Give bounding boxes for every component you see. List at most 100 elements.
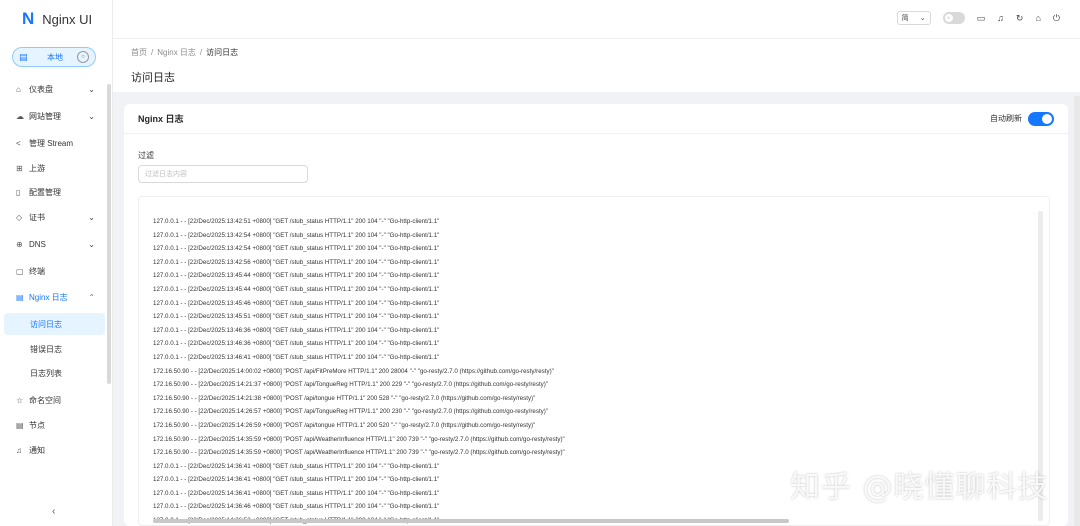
log-icon: ▤ [16,292,24,302]
language-value: 简 [901,15,909,22]
sidebar-item-label: 日志列表 [30,368,62,378]
filter-input[interactable] [138,165,308,183]
breadcrumb: 首页 / Nginx 日志 / 访问日志 [131,48,239,57]
sidebar-item-namespace[interactable]: ☆ 命名空间 [4,389,105,411]
sidebar-item-label: 命名空间 [29,395,61,405]
sidebar-item-notifications[interactable]: ♫ 通知 [4,439,105,461]
sidebar-item-upstream[interactable]: ⊞ 上游 [4,157,105,179]
auto-refresh-switch[interactable] [1028,111,1054,126]
log-line: 172.16.50.90 - - [22/Dec/2025:14:35:59 +… [153,435,565,443]
sidebar-item-label: 访问日志 [30,319,62,329]
log-line: 172.16.50.90 - - [22/Dec/2025:14:00:02 +… [153,367,554,375]
upstream-icon: ⊞ [16,163,23,173]
page-header: 首页 / Nginx 日志 / 访问日志 访问日志 [113,38,1080,92]
sidebar-item-label: 证书 [29,212,45,222]
page-title: 访问日志 [131,72,175,84]
logout-icon[interactable]: ⏻ [1053,13,1060,24]
log-line: 127.0.0.1 - - [22/Dec/2025:13:46:36 +080… [153,340,440,348]
sidebar-item-dns[interactable]: ⊕ DNS ⌄ [4,233,105,255]
sidebar-item-nginx-logs[interactable]: ▤ Nginx 日志 ⌃ [4,286,105,308]
log-lines: 127.0.0.1 - - [22/Dec/2025:13:42:51 +080… [153,215,565,525]
switch-knob [1042,113,1052,124]
file-icon: ▯ [16,187,21,197]
log-line: 127.0.0.1 - - [22/Dec/2025:13:45:51 +080… [153,313,440,321]
log-line: 127.0.0.1 - - [22/Dec/2025:14:36:46 +080… [153,503,440,511]
card-header: Nginx 日志 自动刷新 [124,104,1068,134]
sidebar-item-sites[interactable]: ☁ 网站管理 ⌄ [4,105,105,127]
log-line: 127.0.0.1 - - [22/Dec/2025:14:36:41 +080… [153,476,440,484]
language-select[interactable]: 简 ⌄ [896,11,931,25]
reload-icon[interactable]: ↻ [1016,13,1024,24]
home-icon: ⌂ [16,84,21,94]
breadcrumb-nginx-logs[interactable]: Nginx 日志 [157,48,196,57]
breadcrumb-current: 访问日志 [206,48,239,57]
log-line: 127.0.0.1 - - [22/Dec/2025:13:45:44 +080… [153,285,440,293]
top-header: 简 ⌄ ☼ ▭ ♫ ↻ ⌂ ⏻ [113,0,1080,38]
auto-refresh-label: 自动刷新 [990,114,1022,123]
chevron-down-icon: ⌄ [88,239,95,249]
node-selector[interactable]: ▤ 本地 ○ [12,47,96,67]
sidebar-item-access-log[interactable]: 访问日志 [4,313,105,335]
sidebar-scrollbar[interactable] [107,84,111,384]
sidebar-item-terminal[interactable]: ▢ 终端 [4,260,105,282]
sidebar: N Nginx UI ▤ 本地 ○ ⌂ 仪表盘 ⌄ ☁ 网站管理 ⌄ < 管理 … [0,0,113,526]
log-line: 127.0.0.1 - - [22/Dec/2025:13:45:46 +080… [153,299,440,307]
bell-icon: ♫ [16,445,22,455]
sidebar-item-dashboard[interactable]: ⌂ 仪表盘 ⌄ [4,78,105,100]
app-title: Nginx UI [42,11,93,27]
header-toolbar: 简 ⌄ ☼ ▭ ♫ ↻ ⌂ ⏻ [896,11,1060,25]
card-title: Nginx 日志 [138,114,184,124]
log-line: 172.16.50.90 - - [22/Dec/2025:14:26:59 +… [153,421,536,429]
log-line: 127.0.0.1 - - [22/Dec/2025:13:46:36 +080… [153,326,440,334]
log-line: 127.0.0.1 - - [22/Dec/2025:13:46:41 +080… [153,353,440,361]
filter-label: 过滤 [138,151,154,160]
sidebar-item-log-list[interactable]: 日志列表 [4,362,105,384]
sidebar-item-config[interactable]: ▯ 配置管理 [4,181,105,203]
server-icon: ▤ [16,420,24,430]
collapse-sidebar-icon[interactable]: ‹ [52,506,55,517]
logo-icon: N [22,9,35,28]
app-logo[interactable]: N Nginx UI [0,0,112,38]
log-line: 127.0.0.1 - - [22/Dec/2025:13:45:44 +080… [153,272,440,280]
cloud-icon: ☁ [16,111,24,121]
breadcrumb-home[interactable]: 首页 [131,48,147,57]
sidebar-item-label: Nginx 日志 [29,292,68,302]
sidebar-item-error-log[interactable]: 错误日志 [4,338,105,360]
share-icon: < [16,138,21,148]
sidebar-item-label: 错误日志 [30,344,62,354]
log-line: 172.16.50.90 - - [22/Dec/2025:14:35:59 +… [153,449,565,457]
sidebar-item-label: 管理 Stream [29,138,74,148]
chevron-down-icon: ⌄ [88,84,95,94]
star-icon: ☆ [16,395,24,405]
theme-toggle[interactable]: ☼ [942,12,965,24]
monitor-icon[interactable]: ▭ [977,13,986,24]
page-scrollbar[interactable] [1074,96,1080,526]
log-line: 172.16.50.90 - - [22/Dec/2025:14:21:38 +… [153,394,536,402]
sidebar-item-label: 上游 [29,163,45,173]
log-line: 172.16.50.90 - - [22/Dec/2025:14:26:57 +… [153,408,549,416]
sidebar-item-stream[interactable]: < 管理 Stream [4,132,105,154]
sidebar-item-nodes[interactable]: ▤ 节点 [4,414,105,436]
chevron-down-icon: ⌄ [88,111,95,121]
bell-icon[interactable]: ♫ [997,13,1004,23]
log-line: 127.0.0.1 - - [22/Dec/2025:13:42:54 +080… [153,231,440,239]
sidebar-item-label: 配置管理 [29,187,61,197]
shield-icon: ◇ [16,212,23,222]
chevron-down-icon: ⌄ [88,212,95,222]
chevron-up-icon: ⌃ [88,292,95,302]
sidebar-item-label: DNS [29,239,46,249]
home-icon[interactable]: ⌂ [1035,13,1040,23]
sidebar-item-label: 节点 [29,420,45,430]
log-line: 127.0.0.1 - - [22/Dec/2025:14:36:41 +080… [153,489,440,497]
log-horizontal-scrollbar[interactable] [153,519,789,523]
node-status-icon: ○ [77,51,89,63]
log-line: 127.0.0.1 - - [22/Dec/2025:13:42:56 +080… [153,258,440,266]
log-line: 127.0.0.1 - - [22/Dec/2025:13:42:54 +080… [153,245,440,253]
sidebar-item-label: 网站管理 [29,111,61,121]
globe-icon: ⊕ [16,239,23,249]
terminal-icon: ▢ [16,266,24,276]
node-label: 本地 [47,52,63,62]
sidebar-item-certs[interactable]: ◇ 证书 ⌄ [4,206,105,228]
sun-icon: ☼ [944,14,953,22]
log-line: 127.0.0.1 - - [22/Dec/2025:13:42:51 +080… [153,218,440,225]
